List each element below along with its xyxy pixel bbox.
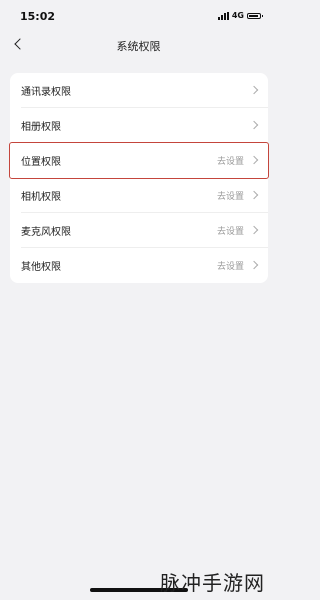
permission-row-contacts[interactable]: 通讯录权限 xyxy=(10,73,268,108)
permission-label: 其他权限 xyxy=(21,262,61,273)
navigation-bar: 系统权限 xyxy=(0,34,277,56)
network-type: 4G xyxy=(231,11,244,20)
permission-label: 相册权限 xyxy=(21,122,61,133)
status-time: 15:02 xyxy=(20,10,56,23)
chevron-right-icon xyxy=(249,155,259,165)
permission-row-camera[interactable]: 相机权限 去设置 xyxy=(10,178,268,213)
permission-action: 去设置 xyxy=(216,192,244,202)
permissions-list: 通讯录权限 相册权限 位置权限 去设置 相机权限 去设置 麦克风权限 去设置 其… xyxy=(9,73,269,283)
chevron-right-icon xyxy=(249,260,259,270)
watermark: 脉冲手游网 xyxy=(160,571,265,595)
battery-icon xyxy=(247,12,263,19)
battery-fill xyxy=(249,14,258,17)
chevron-right-icon xyxy=(249,120,259,130)
permission-label: 位置权限 xyxy=(21,157,61,168)
permission-label: 通讯录权限 xyxy=(21,87,71,98)
status-bar: 15:02 4G xyxy=(0,0,277,34)
permission-action: 去设置 xyxy=(216,227,244,237)
permission-label: 相机权限 xyxy=(21,192,61,203)
permission-action: 去设置 xyxy=(216,157,244,167)
permission-action: 去设置 xyxy=(216,262,244,272)
page-title: 系统权限 xyxy=(116,40,161,53)
chevron-right-icon xyxy=(249,225,259,235)
chevron-right-icon xyxy=(249,85,259,95)
permission-row-location[interactable]: 位置权限 去设置 xyxy=(9,142,269,179)
chevron-right-icon xyxy=(249,190,259,200)
permission-row-photos[interactable]: 相册权限 xyxy=(10,108,268,143)
permission-row-microphone[interactable]: 麦克风权限 去设置 xyxy=(10,213,268,248)
permission-label: 麦克风权限 xyxy=(21,227,71,238)
status-indicators: 4G xyxy=(217,11,263,20)
signal-icon xyxy=(217,11,229,20)
permission-row-other[interactable]: 其他权限 去设置 xyxy=(10,248,268,283)
